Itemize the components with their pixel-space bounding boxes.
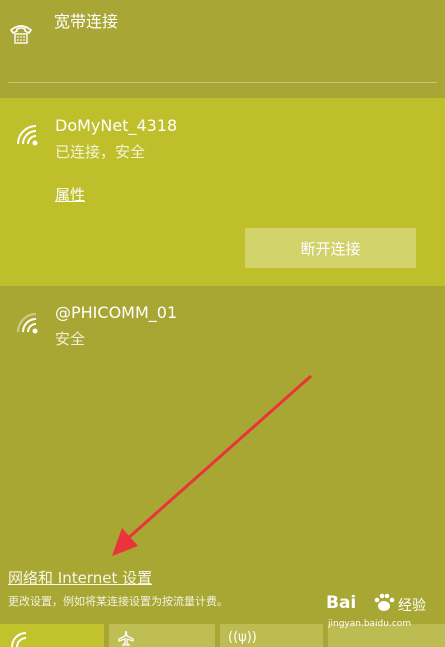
network-name: @PHICOMM_01 (55, 303, 178, 322)
airplane-mode-icon (118, 630, 134, 646)
network-status: 已连接，安全 (55, 143, 146, 161)
network-internet-settings-link[interactable]: 网络和 Internet 设置 (8, 567, 152, 588)
dialup-phone-icon (9, 25, 33, 44)
wifi-signal-icon (17, 125, 38, 146)
network-item-domynet[interactable]: DoMyNet_4318 已连接，安全 属性 断开连接 (0, 98, 445, 286)
divider (8, 82, 437, 83)
wifi-toggle-tile[interactable] (0, 624, 104, 647)
network-name: DoMyNet_4318 (55, 116, 178, 135)
mobile-hotspot-icon: ((ψ)) (228, 630, 257, 645)
airplane-mode-tile[interactable] (109, 624, 215, 647)
wifi-signal-icon (17, 313, 38, 334)
mobile-hotspot-tile[interactable]: ((ψ)) (220, 624, 323, 647)
broadband-connection-item[interactable]: 宽带连接 (0, 0, 445, 98)
watermark-suffix: 经验 (398, 598, 426, 614)
properties-link[interactable]: 属性 (55, 184, 85, 205)
network-status: 安全 (55, 330, 86, 348)
watermark-url: jingyan.baidu.com (328, 619, 412, 629)
wifi-icon (11, 632, 27, 647)
paw-icon (374, 593, 395, 611)
settings-description: 更改设置，例如将某连接设置为按流量计费。 (8, 595, 228, 608)
disconnect-button[interactable]: 断开连接 (245, 228, 416, 268)
broadband-connection-label: 宽带连接 (54, 12, 119, 31)
network-item-phicomm[interactable]: @PHICOMM_01 安全 (0, 286, 445, 556)
watermark-brand: Bai (326, 593, 357, 613)
baidu-jingyan-watermark: Bai 经验 jingyan.baidu.com (326, 593, 444, 635)
